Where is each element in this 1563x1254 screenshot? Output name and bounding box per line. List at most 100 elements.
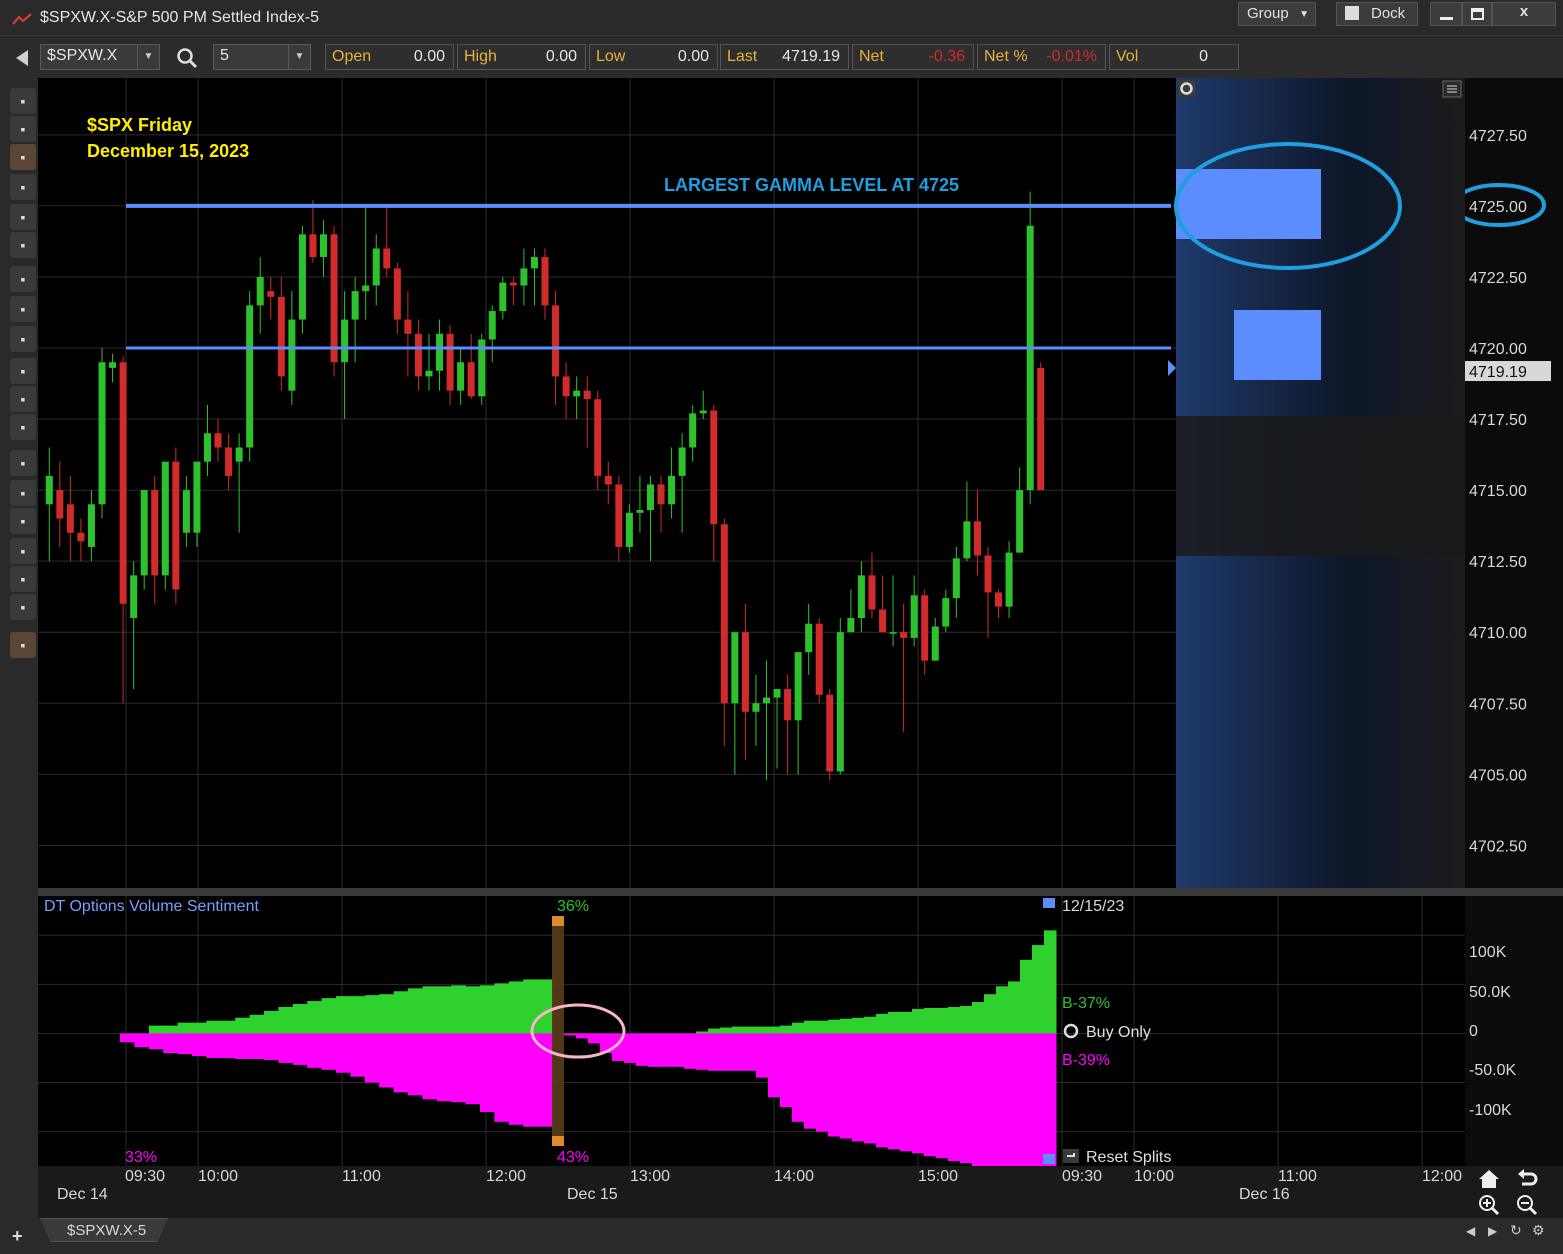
menu-icon[interactable] (1442, 80, 1462, 98)
price-tick-label: 4710.00 (1469, 625, 1527, 642)
buy-volume-bar (177, 1022, 193, 1034)
price-chart[interactable]: $SPX Friday December 15, 2023 LARGEST GA… (38, 78, 1465, 888)
bar-icon[interactable]: ▪ (10, 174, 36, 200)
sell-volume-bar (624, 1033, 637, 1063)
buy-volume-bar (220, 1020, 236, 1034)
layout-icon[interactable]: ▪ (10, 386, 36, 412)
zoom-in-icon[interactable] (1478, 1194, 1500, 1216)
note-icon[interactable]: ▪ (10, 480, 36, 506)
candle-body (309, 234, 317, 258)
symbol-selector[interactable]: $SPXW.X ▼ (40, 44, 160, 70)
sell-volume-bar (480, 1033, 495, 1112)
date-label-dec16: Dec 16 (1239, 1186, 1290, 1203)
undo-icon[interactable]: ▪ (10, 538, 36, 564)
zoom-out-icon[interactable]: ▪ (10, 594, 36, 620)
buy-volume-bar (756, 1026, 769, 1034)
sentiment-svg: DT Options Volume Sentiment 36% 33% 43% … (38, 896, 1465, 1166)
candle-body (499, 282, 507, 312)
sentiment-indicator[interactable]: DT Options Volume Sentiment 36% 33% 43% … (38, 896, 1465, 1166)
area-icon[interactable]: ▪ (10, 232, 36, 258)
reset-icon[interactable] (1063, 1149, 1079, 1163)
close-button[interactable]: x (1492, 2, 1556, 26)
candle-body (805, 623, 813, 653)
low-value: 0.00 (677, 48, 709, 65)
home-icon[interactable] (1478, 1168, 1500, 1190)
fib-icon[interactable]: ▪ (10, 450, 36, 476)
candle-body (182, 490, 190, 533)
drawing-tools: ▪ ▪ ▪ ▪ ▪ ▪ ▪ ▪ ▪ ▪ ▪ ▪ ▪ ▪ ▪ ▪ ▪ ▪ ▪ (0, 78, 38, 1218)
sell-volume-bar (756, 1033, 769, 1078)
trendline-icon[interactable]: ▪ (10, 296, 36, 322)
candle-body (720, 524, 728, 704)
pane-divider[interactable] (38, 888, 1563, 896)
bottom-split-percent: 43% (557, 1149, 589, 1166)
candle-body (246, 305, 254, 448)
app-logo-icon (12, 13, 32, 25)
close-icon: x (1519, 3, 1529, 20)
sell-volume-bar (780, 1033, 793, 1108)
crosshair-icon[interactable]: ▪ (10, 266, 36, 292)
time-label-0930: 09:30 (125, 1168, 166, 1185)
grid-icon[interactable]: ▪ (10, 326, 36, 352)
cursor-icon[interactable]: ▪ (10, 88, 36, 114)
sell-volume-bar (235, 1033, 251, 1059)
refresh-icon[interactable]: ↻ (1510, 1222, 1522, 1239)
pointer-icon[interactable]: ▪ (10, 632, 36, 658)
sell-volume-bar (1044, 1033, 1057, 1166)
candle-body (45, 475, 53, 505)
candle-body (119, 362, 127, 604)
settings-gear-icon[interactable] (1178, 80, 1195, 97)
buy-volume-bar (720, 1027, 733, 1034)
candle-body (625, 512, 633, 547)
split-marker[interactable] (552, 924, 564, 1140)
zoom-out-icon[interactable] (1516, 1194, 1538, 1216)
interval-selector[interactable]: 5 ▼ (213, 44, 311, 70)
time-axis[interactable]: 09:30 10:00 11:00 12:00 13:00 14:00 15:0… (38, 1166, 1563, 1218)
tab-label: $SPXW.X-5 (67, 1222, 147, 1239)
home-icon[interactable]: ▪ (10, 508, 36, 534)
line-icon[interactable]: ▪ (10, 204, 36, 230)
candle-body (404, 319, 412, 334)
horizontal-line-icon[interactable]: ▪ (10, 414, 36, 440)
minimize-icon (1440, 17, 1453, 20)
price-axis[interactable]: 4727.50 4725.00 4722.50 4720.00 4719.19 4717.… (1452, 78, 1563, 888)
time-label-next-1000: 10:00 (1134, 1168, 1175, 1185)
add-tab-icon[interactable]: + (12, 1226, 23, 1247)
reset-splits-label[interactable]: Reset Splits (1086, 1149, 1171, 1166)
table-icon[interactable]: ▪ (10, 358, 36, 384)
current-split-bottom (1043, 1154, 1055, 1164)
search-icon[interactable] (176, 47, 198, 69)
undo-icon[interactable] (1516, 1168, 1538, 1190)
candle-body (298, 234, 306, 320)
candle-body (815, 623, 823, 695)
sell-volume-bar (804, 1033, 817, 1129)
zoom-in-icon[interactable]: ▪ (10, 566, 36, 592)
sell-volume-bar (422, 1033, 438, 1100)
collapse-left-icon[interactable] (14, 48, 30, 68)
candle-body (868, 575, 876, 610)
buy-volume-bar (924, 1007, 937, 1034)
candle-body (889, 632, 897, 634)
sell-percent: B-39% (1062, 1052, 1110, 1069)
scroll-left-icon[interactable]: ◀ (1466, 1224, 1475, 1238)
tab-spxw[interactable]: $SPXW.X-5 (40, 1218, 168, 1242)
net-percent-label: Net % (984, 48, 1028, 65)
sell-volume-bar (732, 1033, 745, 1071)
minimize-button[interactable] (1430, 2, 1462, 26)
group-button[interactable]: Group ▼ (1238, 2, 1316, 26)
buy-volume-bar (876, 1013, 889, 1034)
scroll-right-icon[interactable]: ▶ (1488, 1224, 1497, 1238)
buy-only-gear-icon[interactable] (1063, 1023, 1079, 1039)
maximize-button[interactable] (1462, 2, 1492, 26)
pan-icon[interactable]: ▪ (10, 116, 36, 142)
settings-icon[interactable]: ⚙ (1532, 1222, 1545, 1239)
sell-volume-bar (120, 1033, 135, 1043)
candle-body (794, 652, 802, 721)
toolbar: $SPXW.X ▼ 5 ▼ Open 0.00 High 0.00 Low 0.… (0, 38, 1563, 78)
dock-button[interactable]: Dock (1336, 2, 1418, 26)
buy-only-label[interactable]: Buy Only (1086, 1024, 1151, 1041)
sell-volume-bar (672, 1033, 685, 1067)
candlestick-icon[interactable]: ▪ (10, 144, 36, 170)
buy-volume-bar (948, 1006, 961, 1034)
sell-volume-bar (864, 1033, 877, 1144)
